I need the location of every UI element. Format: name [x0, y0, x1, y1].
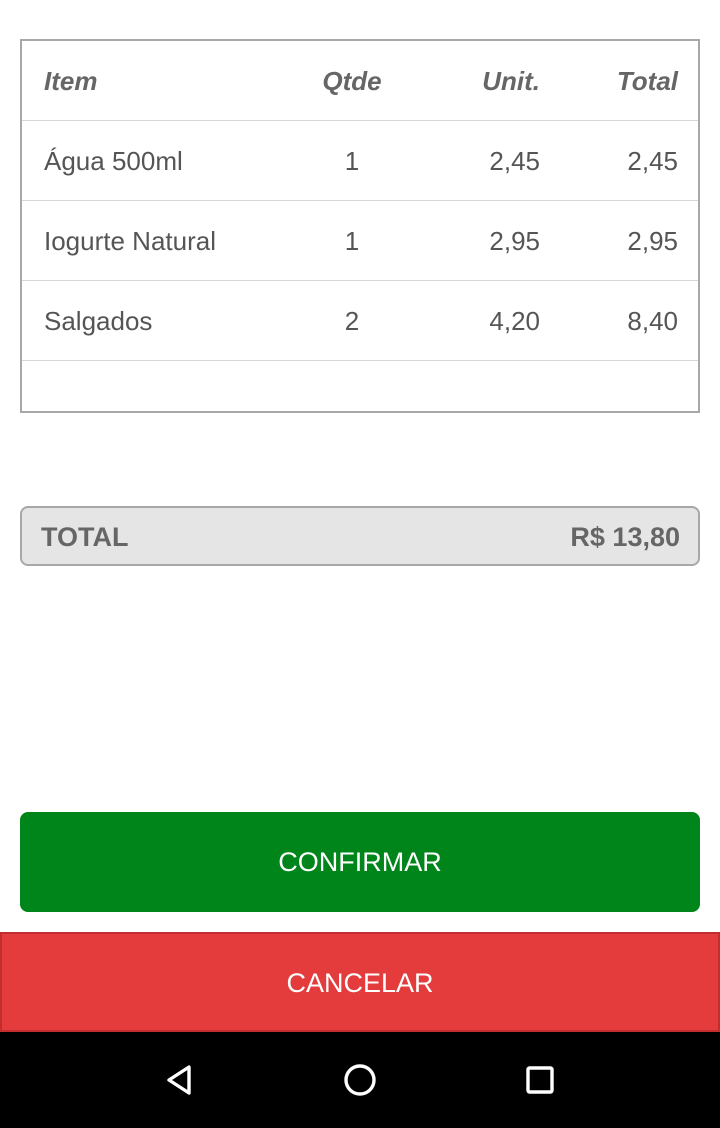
recent-apps-square-icon[interactable]	[516, 1056, 564, 1104]
checkout-screen: Item Qtde Unit. Total Água 500ml 1 2,45 …	[0, 0, 720, 1128]
header-qtde: Qtde	[322, 66, 382, 96]
system-navigation-bar	[0, 1032, 720, 1128]
row-qtde: 1	[344, 146, 360, 176]
row-item: Salgados	[44, 306, 153, 336]
row-qtde: 2	[344, 306, 360, 336]
order-table: Item Qtde Unit. Total Água 500ml 1 2,45 …	[20, 39, 700, 413]
confirm-button[interactable]: CONFIRMAR	[20, 812, 700, 912]
row-unit: 2,45	[489, 146, 540, 176]
cancel-button[interactable]: CANCELAR	[0, 932, 720, 1032]
table-row: Água 500ml 1 2,45 2,45	[22, 121, 698, 201]
back-triangle-icon[interactable]	[156, 1056, 204, 1104]
row-item: Água 500ml	[44, 146, 183, 176]
table-row: Iogurte Natural 1 2,95 2,95	[22, 201, 698, 281]
total-value: R$ 13,80	[570, 522, 680, 552]
row-item: Iogurte Natural	[44, 226, 216, 256]
header-unit: Unit.	[482, 66, 540, 96]
order-total-bar: TOTAL R$ 13,80	[20, 506, 700, 566]
home-circle-icon[interactable]	[336, 1056, 384, 1104]
row-total: 2,95	[627, 226, 678, 256]
table-row: Salgados 2 4,20 8,40	[22, 281, 698, 361]
table-header-row: Item Qtde Unit. Total	[22, 41, 698, 121]
row-unit: 4,20	[489, 306, 540, 336]
total-label: TOTAL	[41, 522, 129, 552]
row-total: 8,40	[627, 306, 678, 336]
row-unit: 2,95	[489, 226, 540, 256]
row-qtde: 1	[344, 226, 360, 256]
row-total: 2,45	[627, 146, 678, 176]
header-total: Total	[616, 66, 678, 96]
header-item: Item	[44, 66, 98, 96]
